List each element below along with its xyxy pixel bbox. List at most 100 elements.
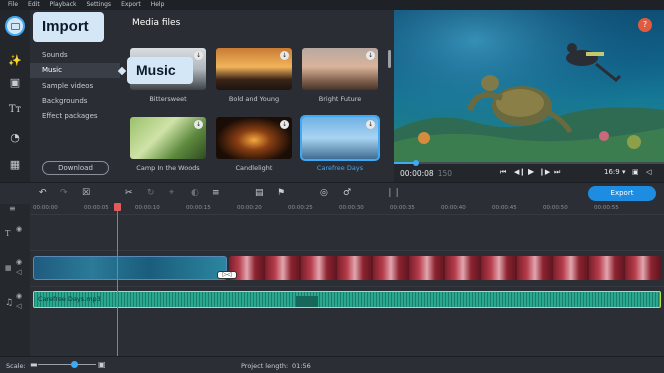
frame-count: 150 [437,169,453,178]
transitions-icon[interactable]: ▣ [4,72,26,92]
video-clip-underwater[interactable] [33,256,227,280]
transition-icon[interactable]: ▷◁ [217,271,237,279]
split-view-icon[interactable]: ❙❙ [386,188,401,198]
add-track-icon[interactable]: ≡ [9,204,16,213]
timecode: 00:00:08 150 [400,169,452,178]
delete-icon[interactable]: ☒ [82,188,90,198]
download-icon[interactable]: ↓ [366,51,375,60]
ruler-tick: 00:00:05 [84,205,109,211]
media-scrollbar[interactable] [388,50,391,68]
ruler-tick: 00:00:30 [339,205,364,211]
redo-icon[interactable]: ↷ [60,188,68,198]
media-item-bright-future[interactable]: ↓ [302,48,378,90]
timeline-toolbar: ↶ ↷ ☒ ✂ ↻ ⌖ ◐ ≡ ▤ ⚑ ◎ ♂ ❙❙ [0,182,664,204]
more-tools-icon[interactable]: ▦ [4,154,26,174]
menu-settings[interactable]: Settings [86,0,111,10]
aspect-ratio-select[interactable]: 16:9 ▾ [604,168,625,176]
video-track-mute-icon[interactable]: ◁ [16,268,21,276]
insert-icon[interactable]: ▤ [255,188,264,198]
export-button[interactable]: Export [588,186,656,201]
scale-label: Scale: [6,362,26,370]
download-button[interactable]: Download [42,161,109,175]
clip-properties-icon[interactable]: ≡ [212,188,220,198]
audio-track-mute-icon[interactable]: ◁ [16,302,21,310]
video-track-visibility-icon[interactable]: ◉ [16,258,22,266]
media-item-candlelight[interactable]: ↓ [216,117,292,159]
divider [30,286,664,287]
ruler-tick: 00:00:35 [390,205,415,211]
download-icon[interactable]: ↓ [194,120,203,129]
audio-clip[interactable]: Carefree Days.mp3 [33,291,661,308]
cut-icon[interactable]: ✂ [125,188,133,198]
timeline-area[interactable] [30,204,664,356]
download-icon[interactable]: ↓ [194,51,203,60]
menu-export[interactable]: Export [121,0,141,10]
menu-file[interactable]: File [8,0,18,10]
player-controls: 00:00:08 150 ⏮ ◀❙ ▶ ❙▶ ⏭ 16:9 ▾ ▣ ◁ [394,160,664,182]
audio-waveform-dark-segment [296,296,318,307]
step-back-icon[interactable]: ◀❙ [514,168,525,176]
rotate-icon[interactable]: ↻ [147,188,155,198]
category-sounds[interactable]: Sounds [30,48,120,63]
menu-help[interactable]: Help [151,0,165,10]
media-item-camp-in-the-woods[interactable]: ↓ [130,117,206,159]
download-icon[interactable]: ↓ [366,120,375,129]
media-item-bold-and-young[interactable]: ↓ [216,48,292,90]
ruler-tick: 00:00:25 [288,205,313,211]
titles-icon[interactable]: Tт [4,99,26,119]
menu-edit[interactable]: Edit [28,0,40,10]
zoom-out-icon[interactable]: ▬ [30,360,38,369]
media-label: Bright Future [318,95,362,103]
crop-icon[interactable]: ⌖ [169,188,174,198]
playhead-handle[interactable] [114,203,121,211]
media-label: Bittersweet [149,95,187,103]
media-label-selected: Carefree Days [316,164,364,172]
playhead-line[interactable] [117,204,118,356]
menu-playback[interactable]: Playback [50,0,77,10]
download-icon[interactable]: ↓ [280,120,289,129]
seek-knob[interactable] [413,160,419,166]
project-length-label: Project length: [241,362,289,370]
volume-icon[interactable]: ◁ [646,168,651,176]
track-headers: ≡ T ◉ ▦ ◉ ◁ ♫ ◉ ◁ [0,204,30,356]
zoom-in-icon[interactable]: ▣ [98,360,106,369]
text-track-icon: T [5,229,11,238]
category-backgrounds[interactable]: Backgrounds [30,94,120,109]
media-label: Candlelight [235,164,273,172]
import-icon[interactable] [5,16,25,36]
category-effect-packages[interactable]: Effect packages [30,109,120,124]
audio-track-visibility-icon[interactable]: ◉ [16,292,22,300]
ruler-tick: 00:00:55 [594,205,619,211]
go-start-icon[interactable]: ⏮ [500,168,506,177]
media-label: Bold and Young [228,95,280,103]
project-length-value: 01:56 [292,362,311,370]
category-sample-videos[interactable]: Sample videos [30,79,120,94]
text-track-visibility-icon[interactable]: ◉ [16,225,22,233]
ruler-tick: 00:00:45 [492,205,517,211]
video-clip-red[interactable] [229,256,661,280]
video-preview[interactable] [394,10,664,162]
snapshot-icon[interactable]: ▣ [632,168,639,176]
music-callout: Music [127,57,193,84]
download-icon[interactable]: ↓ [280,51,289,60]
go-end-icon[interactable]: ⏭ [554,168,560,177]
color-adjust-icon[interactable]: ◐ [191,188,199,198]
scale-slider[interactable] [38,364,96,365]
help-icon[interactable]: ? [638,18,652,32]
seek-bar[interactable] [394,160,664,166]
undo-icon[interactable]: ↶ [39,188,47,198]
scale-slider-knob[interactable] [71,361,78,368]
play-icon[interactable]: ▶ [528,167,534,176]
marker-icon[interactable]: ⚑ [277,188,285,198]
step-forward-icon[interactable]: ❙▶ [539,168,550,176]
magic-wand-icon[interactable]: ✨ [4,50,26,70]
webcam-icon[interactable]: ◎ [320,188,328,198]
divider [30,250,664,251]
ruler-tick: 00:00:20 [237,205,262,211]
microphone-icon[interactable]: ♂ [343,188,351,198]
stickers-icon[interactable]: ◔ [4,127,26,147]
media-item-carefree-days[interactable]: ↓ [300,115,380,161]
category-music[interactable]: Music [30,63,120,78]
timeline-ruler[interactable]: 00:00:00 00:00:05 00:00:10 00:00:15 00:0… [30,204,664,214]
media-panel: Media files ↓ Bittersweet ↓ Bold and You… [120,10,394,182]
